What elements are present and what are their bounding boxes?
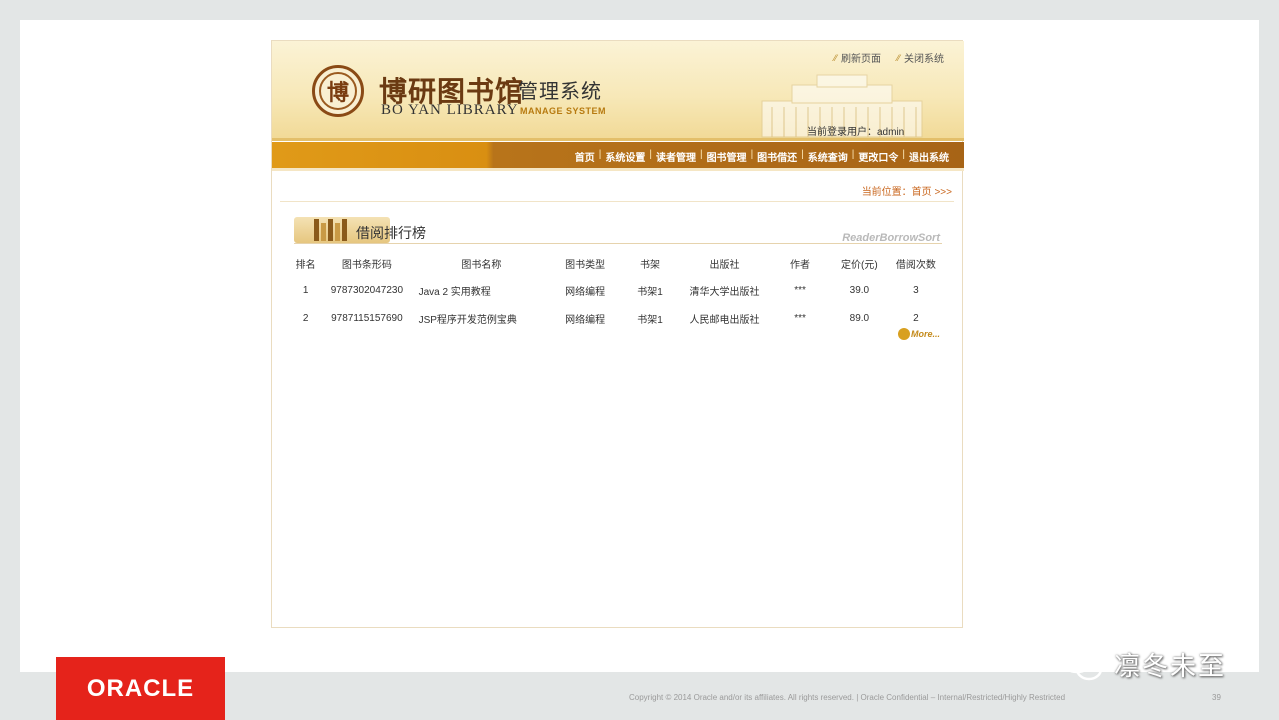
- cell-book-name: JSP程序开发范例宝典: [418, 314, 517, 326]
- section-underline: [294, 243, 942, 244]
- table-row: 1 9787302047230 Java 2 实用教程 网络编程 书架1 清华大…: [290, 276, 944, 304]
- more-icon: [897, 328, 910, 340]
- nav-logout[interactable]: 退出系统: [906, 149, 952, 164]
- more-link[interactable]: More...: [897, 328, 940, 340]
- divider: [280, 201, 954, 202]
- main-nav-bar: 首页 | 系统设置 | 读者管理 | 图书管理 | 图书借还 | 系统查询 | 更改口令 | …: [272, 142, 964, 171]
- col-shelf: 书架: [640, 259, 660, 271]
- col-borrow-count: 借阅次数: [895, 259, 936, 271]
- nav-home[interactable]: 首页: [572, 149, 598, 164]
- nav-borrow-return[interactable]: 图书借还: [754, 149, 800, 164]
- seal-character: 博: [319, 72, 357, 110]
- cell-shelf: 书架1: [637, 286, 663, 298]
- library-seal-logo: 博: [312, 65, 364, 117]
- col-publisher: 出版社: [709, 259, 740, 271]
- logo-english-subtitle: MANAGE SYSTEM: [520, 106, 607, 116]
- cell-price: 39.0: [849, 284, 870, 296]
- col-barcode: 图书条形码: [341, 259, 392, 271]
- cell-book-type: 网络编程: [565, 286, 606, 298]
- cell-author: ***: [794, 312, 806, 324]
- col-price: 定价(元): [841, 259, 878, 271]
- top-links: ⁄⁄ 刷新页面 ⁄⁄ 关闭系统: [833, 50, 944, 66]
- nav-reader-management[interactable]: 读者管理: [653, 149, 699, 164]
- cell-book-name: Java 2 实用教程: [418, 286, 491, 298]
- logo-system-name: 管理系统: [518, 79, 602, 103]
- cell-price: 89.0: [849, 312, 870, 324]
- cell-publisher: 清华大学出版社: [689, 286, 760, 298]
- section-title: 借阅排行榜: [356, 225, 426, 241]
- logo-english-name: BO YAN LIBRARY: [381, 102, 519, 118]
- nav-book-management[interactable]: 图书管理: [704, 149, 750, 164]
- slide-page-number: 39: [1212, 693, 1221, 702]
- nav-system-settings[interactable]: 系统设置: [602, 149, 648, 164]
- col-author: 作者: [790, 259, 811, 271]
- cell-author: ***: [794, 284, 806, 296]
- col-book-type: 图书类型: [565, 259, 606, 271]
- wechat-watermark: 凛冬未至: [1060, 645, 1226, 683]
- breadcrumb: 当前位置：首页 >>>: [861, 187, 952, 198]
- col-book-name: 图书名称: [461, 259, 502, 271]
- nav-menu: 首页 | 系统设置 | 读者管理 | 图书管理 | 图书借还 | 系统查询 | 更改口令 | …: [572, 149, 952, 164]
- cell-book-type: 网络编程: [565, 314, 606, 326]
- cell-barcode: 9787115157690: [331, 312, 403, 324]
- close-system-link[interactable]: ⁄⁄ 关闭系统: [896, 50, 944, 66]
- nav-change-password[interactable]: 更改口令: [855, 149, 901, 164]
- refresh-page-link[interactable]: ⁄⁄ 刷新页面: [833, 50, 881, 66]
- books-icon: [314, 219, 350, 241]
- close-system-label: 关闭系统: [904, 54, 944, 65]
- nav-system-query[interactable]: 系统查询: [805, 149, 851, 164]
- table-row: 2 9787115157690 JSP程序开发范例宝典 网络编程 书架1 人民邮…: [290, 304, 944, 332]
- current-user-label: 当前登录用户：admin: [807, 127, 905, 138]
- cell-barcode: 9787302047230: [330, 284, 404, 296]
- cell-shelf: 书架1: [637, 314, 663, 326]
- table-header-row: 排名 图书条形码 图书名称 图书类型 书架 出版社 作者 定价(元) 借阅次数: [290, 250, 944, 276]
- oracle-logo: ORACLE: [56, 657, 225, 720]
- bullet-icon: ⁄⁄: [833, 52, 837, 63]
- cell-rank: 1: [302, 284, 309, 296]
- col-rank: 排名: [295, 259, 316, 271]
- wechat-icon: [1060, 646, 1103, 681]
- borrow-ranking-table: 排名 图书条形码 图书名称 图书类型 书架 出版社 作者 定价(元) 借阅次数 …: [290, 250, 944, 332]
- section-header: 借阅排行榜 ReaderBorrowSort: [294, 215, 942, 245]
- cell-borrow-count: 3: [913, 284, 919, 296]
- bullet-icon: ⁄⁄: [896, 52, 900, 63]
- library-app-window: 博 博研图书馆 管理系统 BO YAN LIBRARY MANAGE SYSTE…: [271, 40, 964, 628]
- refresh-page-label: 刷新页面: [840, 54, 881, 65]
- cell-rank: 2: [302, 312, 309, 324]
- more-label: More...: [910, 329, 940, 339]
- footer-copyright: Copyright © 2014 Oracle and/or its affil…: [629, 693, 1066, 702]
- header-banner: 博 博研图书馆 管理系统 BO YAN LIBRARY MANAGE SYSTE…: [272, 41, 964, 141]
- cell-publisher: 人民邮电出版社: [689, 314, 760, 326]
- watermark-text: 凛冬未至: [1114, 650, 1227, 681]
